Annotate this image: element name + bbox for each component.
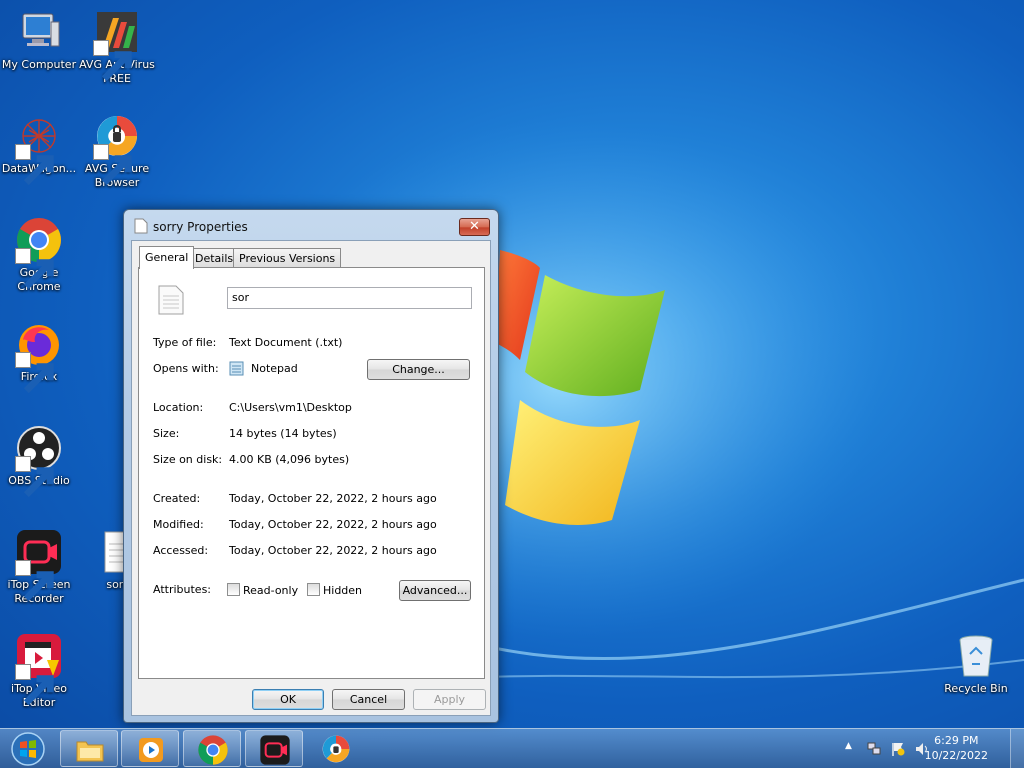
taskbar-file-explorer[interactable] [60, 730, 118, 767]
opens-with-label: Opens with: [153, 362, 219, 375]
readonly-label[interactable]: Read-only [243, 584, 298, 597]
advanced-button[interactable]: Advanced... [399, 580, 471, 601]
dialog-title: sorry Properties [153, 220, 248, 234]
taskbar-media-player[interactable] [121, 730, 179, 767]
system-clock[interactable]: 6:29 PM 10/22/2022 [925, 733, 988, 763]
separator [153, 569, 469, 570]
readonly-checkbox[interactable] [227, 583, 240, 596]
tab-previous-versions[interactable]: Previous Versions [233, 248, 342, 268]
desktop-icon-avg-antivirus[interactable]: AVG AntiVirus FREE [78, 8, 156, 86]
dialog-client-area: General Details Previous Versions sor Ty… [131, 240, 491, 716]
action-center-flag-icon[interactable] [890, 741, 906, 757]
dialog-title-bar[interactable]: sorry Properties ✕ [124, 210, 498, 238]
show-desktop-button[interactable] [1010, 729, 1024, 768]
ok-button[interactable]: OK [252, 689, 324, 710]
taskbar: ▲ 6:29 PM 10/22/2022 [0, 728, 1024, 768]
show-hidden-icons-button[interactable]: ▲ [845, 741, 852, 751]
type-value: Text Document (.txt) [229, 336, 343, 349]
obs-icon [15, 424, 63, 498]
attributes-label: Attributes: [153, 583, 212, 596]
created-label: Created: [153, 492, 201, 505]
tab-general[interactable]: General [139, 246, 195, 269]
shortcut-arrow-icon [15, 248, 54, 290]
desktop-icon-avg-secure-browser[interactable]: AVG Secure Browser [78, 112, 156, 190]
modified-value: Today, October 22, 2022, 2 hours ago [229, 518, 437, 531]
location-value: C:\Users\vm1\Desktop [229, 401, 352, 414]
created-value: Today, October 22, 2022, 2 hours ago [229, 492, 437, 505]
desktop-icon-firefox[interactable]: Firefox [0, 320, 78, 394]
datawagon-icon [15, 112, 63, 186]
separator [153, 478, 469, 479]
shortcut-arrow-icon [15, 352, 54, 394]
desktop-icon-label: Recycle Bin [944, 682, 1008, 695]
media-player-icon [139, 738, 163, 762]
shortcut-arrow-icon [93, 40, 132, 82]
separator [153, 387, 469, 388]
text-file-icon [158, 285, 184, 315]
apply-button[interactable]: Apply [413, 689, 486, 710]
clock-time: 6:29 PM [934, 734, 979, 747]
separator [153, 322, 469, 323]
itop-video-editor-icon [15, 632, 63, 706]
shortcut-arrow-icon [15, 560, 54, 602]
start-button[interactable] [5, 731, 51, 767]
folder-icon [76, 741, 104, 762]
size-label: Size: [153, 427, 180, 440]
avg-browser-icon [93, 112, 141, 186]
computer-icon [15, 8, 63, 56]
desktop-icon-google-chrome[interactable]: Google Chrome [0, 216, 78, 294]
avg-browser-icon[interactable] [320, 733, 352, 765]
shortcut-arrow-icon [15, 664, 54, 706]
chrome-icon [15, 216, 63, 290]
hidden-checkbox[interactable] [307, 583, 320, 596]
taskbar-chrome[interactable] [183, 730, 241, 767]
desktop-icon-itop-screen-recorder[interactable]: iTop Screen Recorder [0, 528, 78, 606]
desktop-icon-obs-studio[interactable]: OBS Studio [0, 424, 78, 498]
file-name-input[interactable]: sor [227, 287, 472, 309]
firefox-icon [15, 320, 63, 394]
shortcut-arrow-icon [93, 144, 132, 186]
desktop-icon-itop-video-editor[interactable]: iTop Video Editor [0, 632, 78, 710]
avg-antivirus-icon [93, 8, 141, 82]
desktop-icon-datawagon[interactable]: DataWagon... [0, 112, 78, 186]
change-button[interactable]: Change... [367, 359, 470, 380]
tab-details[interactable]: Details [189, 248, 240, 268]
size-value: 14 bytes (14 bytes) [229, 427, 337, 440]
size-on-disk-value: 4.00 KB (4,096 bytes) [229, 453, 350, 466]
type-label: Type of file: [153, 336, 217, 349]
itop-recorder-icon [260, 735, 290, 765]
size-on-disk-label: Size on disk: [153, 453, 223, 466]
network-icon[interactable] [866, 741, 882, 757]
modified-label: Modified: [153, 518, 204, 531]
desktop-icon-recycle-bin[interactable]: Recycle Bin [936, 632, 1016, 696]
opens-with-value: Notepad [251, 362, 298, 375]
shortcut-arrow-icon [15, 144, 54, 186]
close-button[interactable]: ✕ [459, 218, 490, 236]
location-label: Location: [153, 401, 204, 414]
accessed-label: Accessed: [153, 544, 209, 557]
chrome-icon [198, 735, 228, 765]
text-file-icon [134, 218, 148, 234]
notepad-icon [229, 361, 244, 376]
accessed-value: Today, October 22, 2022, 2 hours ago [229, 544, 437, 557]
recycle-bin-icon [952, 632, 1000, 680]
taskbar-itop-screen-recorder[interactable] [245, 730, 303, 767]
clock-date: 10/22/2022 [924, 749, 988, 762]
desktop-icon-my-computer[interactable]: My Computer [0, 8, 78, 72]
hidden-label[interactable]: Hidden [323, 584, 362, 597]
shortcut-arrow-icon [15, 456, 54, 498]
general-tab-panel: sor Type of file: Text Document (.txt) O… [138, 267, 485, 679]
desktop-icon-label: My Computer [1, 58, 77, 71]
cancel-button[interactable]: Cancel [332, 689, 405, 710]
itop-recorder-icon [15, 528, 63, 602]
properties-dialog[interactable]: sorry Properties ✕ General Details Previ… [123, 209, 499, 723]
